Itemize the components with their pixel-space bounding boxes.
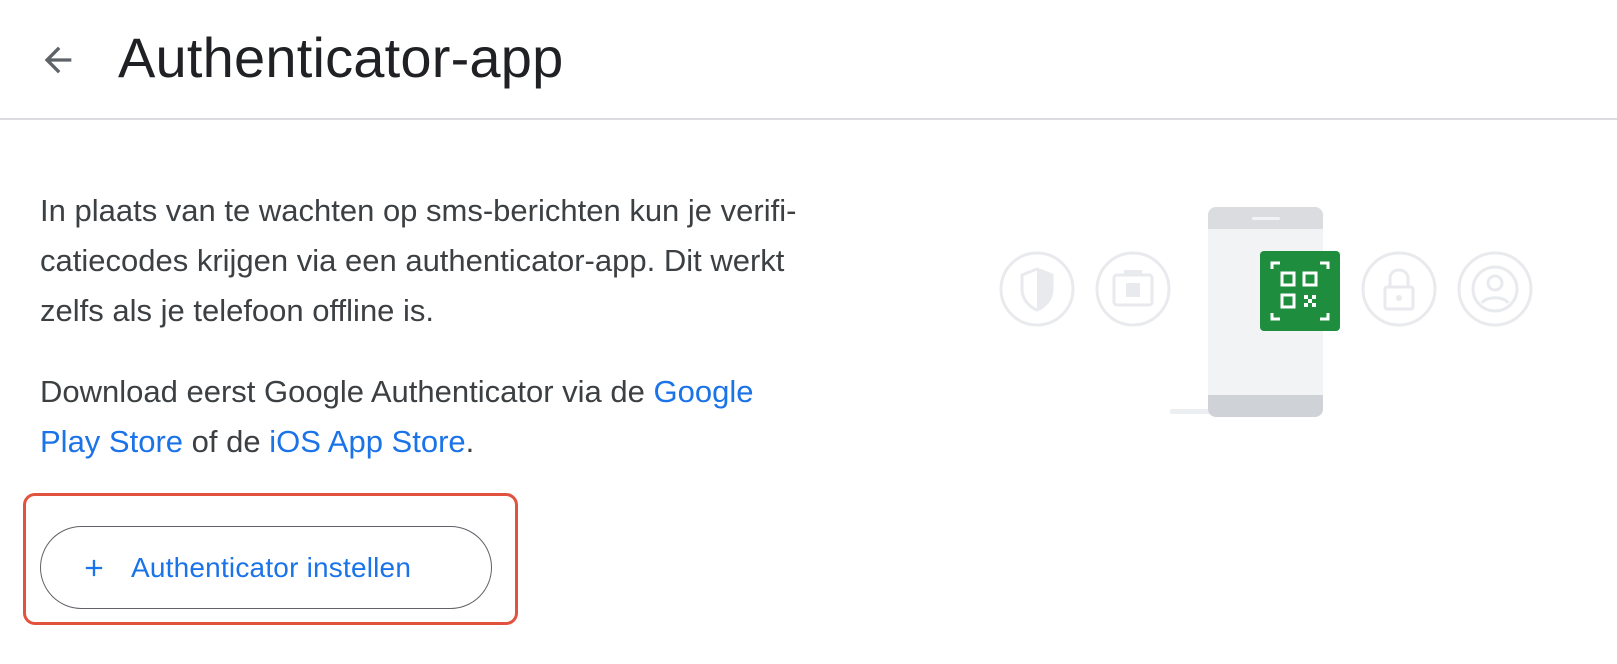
page-title: Authenticator-app [118,26,564,89]
arrow-left-icon [44,46,72,74]
download-text-middle: of de [183,424,270,459]
download-instructions: Download eerst Google Authenticator via … [40,367,920,467]
download-text-prefix: Download eerst Google Authenticator via … [40,374,654,409]
back-button[interactable] [34,36,82,84]
description-line: zelfs als je telefoon offline is. [40,293,435,328]
description-text: In plaats van te wachten op sms-berichte… [40,186,920,336]
setup-authenticator-button[interactable]: Authenticator instellen [40,526,492,609]
lock-icon [1361,251,1437,327]
account-circle-icon [1457,251,1533,327]
camera-icon [1095,251,1171,327]
header: Authenticator-app [0,0,1617,120]
download-text-suffix: . [465,424,475,459]
description-line: In plaats van te wachten op sms-berichte… [40,193,797,228]
qr-code-icon [1260,251,1340,331]
page: Authenticator-app In plaats van te wacht… [0,0,1617,664]
shield-icon [999,251,1075,327]
setup-button-label: Authenticator instellen [131,551,412,583]
plus-icon [79,553,109,583]
ios-app-store-link[interactable]: iOS App Store [269,424,465,459]
description-line: catiecodes krijgen via een authenticator… [40,243,785,278]
authenticator-illustration [990,195,1550,435]
